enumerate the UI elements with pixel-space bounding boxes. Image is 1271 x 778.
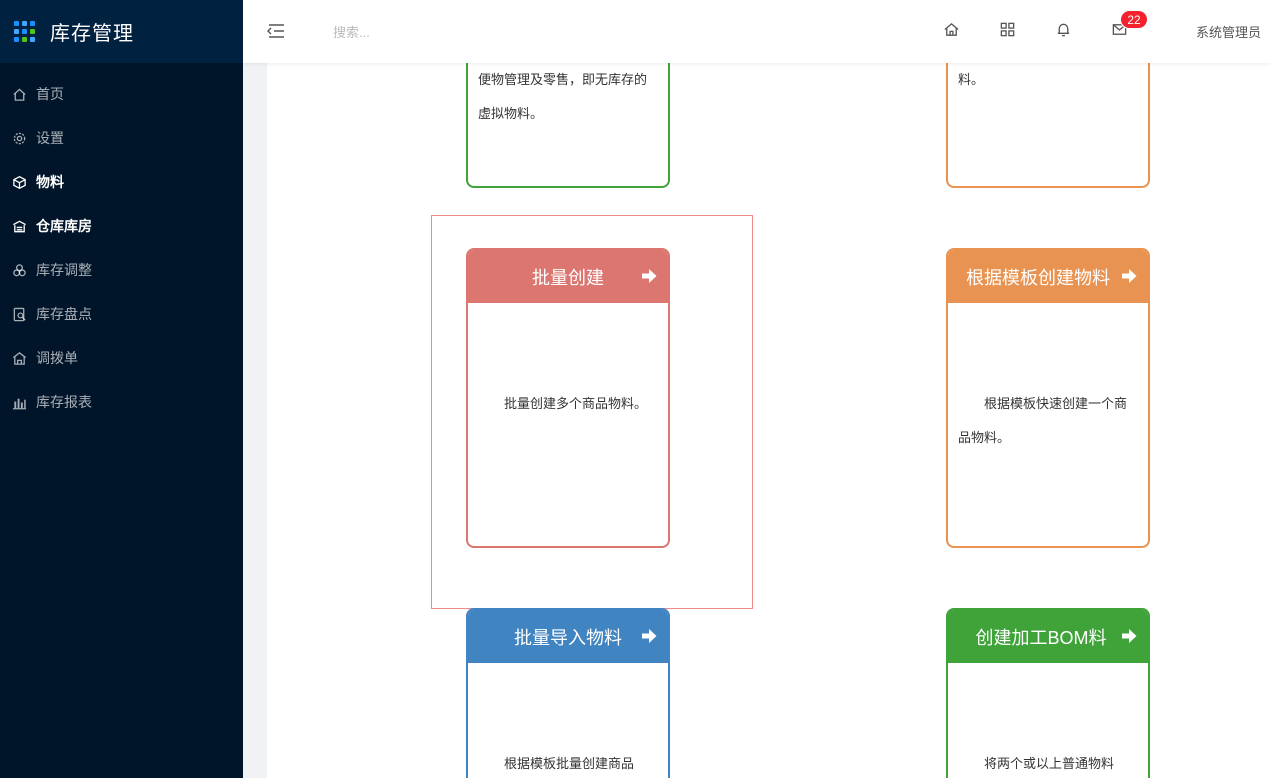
user-menu[interactable]: 系统管理员 — [1196, 22, 1261, 41]
inventory-check-icon — [11, 306, 27, 322]
menu-collapse-icon[interactable] — [265, 22, 285, 40]
sidebar-item-label: 库存报表 — [36, 394, 92, 410]
sidebar-item-label: 库存调整 — [36, 262, 92, 278]
main-content: 便物管理及零售，即无库存的虚拟物料。 料。 批量创建 批量创建多个商品物料。 根… — [267, 63, 1271, 778]
sidebar-item-stock-check[interactable]: 库存盘点 — [0, 292, 243, 336]
sidebar-item-stock-adjust[interactable]: 库存调整 — [0, 248, 243, 292]
adjust-icon — [11, 262, 27, 278]
sidebar-item-label: 库存盘点 — [36, 306, 92, 322]
transfer-icon — [11, 350, 27, 366]
cube-icon — [11, 174, 27, 190]
arrow-right-icon[interactable] — [640, 267, 658, 285]
card-description: 根据模板快速创建一个商品物料。 — [958, 396, 1128, 445]
warehouse-icon — [11, 218, 27, 234]
sidebar-item-stock-report[interactable]: 库存报表 — [0, 380, 243, 424]
apps-grid-icon[interactable] — [999, 21, 1017, 39]
sidebar-item-transfer[interactable]: 调拨单 — [0, 336, 243, 380]
card-header[interactable]: 创建加工BOM料 — [948, 610, 1148, 663]
arrow-right-icon[interactable] — [1120, 627, 1138, 645]
card-virtual-material[interactable]: 便物管理及零售，即无库存的虚拟物料。 — [466, 63, 670, 188]
app-title: 库存管理 — [50, 23, 134, 45]
search-input[interactable] — [333, 20, 533, 44]
card-title: 根据模板创建物料 — [966, 267, 1110, 288]
card-bom-create[interactable]: 创建加工BOM料 将两个或以上普通物料 — [946, 608, 1150, 778]
card-title: 批量创建 — [532, 267, 604, 288]
card-title: 批量导入物料 — [514, 627, 622, 648]
card-title: 创建加工BOM料 — [975, 627, 1107, 648]
card-template-create[interactable]: 根据模板创建物料 根据模板快速创建一个商品物料。 — [946, 248, 1150, 548]
card-description: 便物管理及零售，即无库存的虚拟物料。 — [478, 72, 648, 121]
sidebar-item-materials[interactable]: 物料 — [0, 160, 243, 204]
sidebar-item-label: 首页 — [36, 86, 64, 102]
bell-icon[interactable] — [1055, 21, 1073, 39]
sidebar-item-warehouse[interactable]: 仓库库房 — [0, 204, 243, 248]
arrow-right-icon[interactable] — [640, 627, 658, 645]
card-batch-create[interactable]: 批量创建 批量创建多个商品物料。 — [466, 248, 670, 548]
home-icon — [11, 86, 27, 102]
card-description: 将两个或以上普通物料 — [984, 756, 1115, 771]
card-description: 批量创建多个商品物料。 — [504, 396, 648, 411]
top-header: 22 系统管理员 — [243, 0, 1271, 63]
sidebar-menu: 首页 设置 物料 仓库库房 库存调整 库存盘点 调拨单 库存报表 — [0, 72, 243, 424]
card-batch-import[interactable]: 批量导入物料 根据模板批量创建商品 — [466, 608, 670, 778]
brand[interactable]: 库存管理 — [0, 0, 243, 63]
card-top-right[interactable]: 料。 — [946, 63, 1150, 188]
card-description: 料。 — [958, 72, 985, 87]
sidebar-item-home[interactable]: 首页 — [0, 72, 243, 116]
app-grid-icon — [14, 20, 36, 43]
gear-icon — [11, 130, 27, 146]
sidebar-item-label: 调拨单 — [36, 350, 78, 366]
card-header[interactable]: 批量创建 — [468, 250, 668, 303]
card-description: 根据模板批量创建商品 — [504, 756, 635, 771]
sidebar-item-settings[interactable]: 设置 — [0, 116, 243, 160]
sidebar: 库存管理 首页 设置 物料 仓库库房 库存调整 库存盘点 调拨单 库存报表 — [0, 0, 243, 778]
arrow-right-icon[interactable] — [1120, 267, 1138, 285]
sidebar-item-label: 物料 — [36, 174, 64, 190]
home-icon[interactable] — [943, 21, 961, 39]
notification-badge: 22 — [1120, 10, 1148, 29]
bar-chart-icon — [11, 394, 27, 410]
sidebar-item-label: 设置 — [36, 130, 64, 146]
card-header[interactable]: 批量导入物料 — [468, 610, 668, 663]
card-header[interactable]: 根据模板创建物料 — [948, 250, 1148, 303]
sidebar-item-label: 仓库库房 — [36, 218, 92, 234]
